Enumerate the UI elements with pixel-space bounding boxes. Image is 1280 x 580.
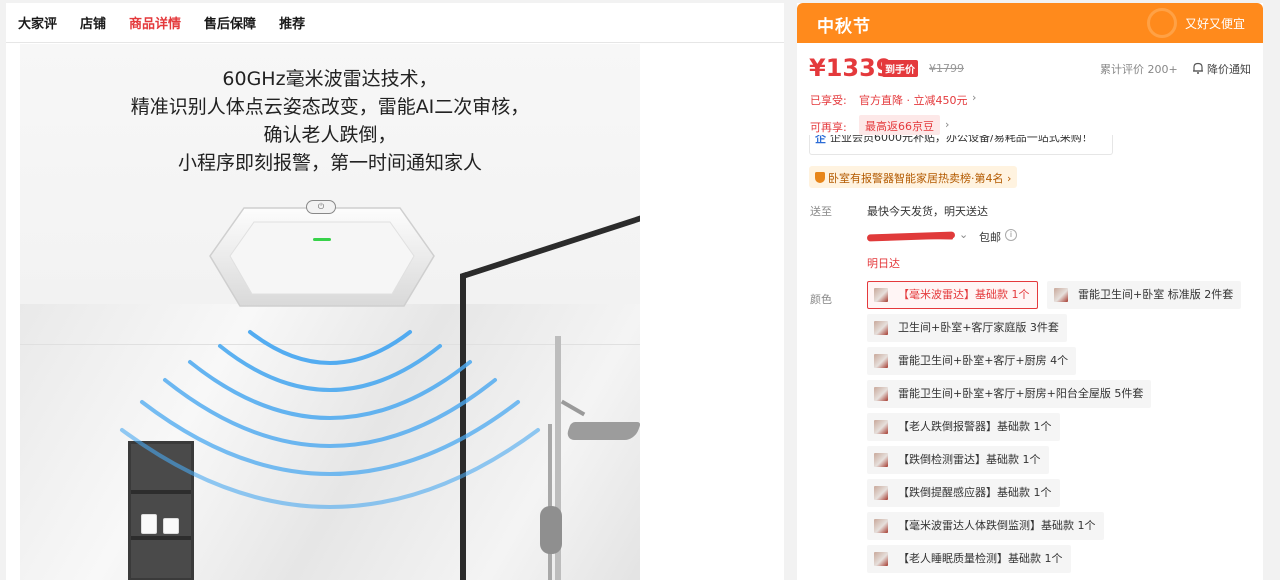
price-row: ¥1339 到手价 ¥1799 累计评价 200+ 降价通知: [809, 54, 1259, 82]
option-thumbnail: [874, 321, 888, 335]
radar-waves: [80, 284, 580, 554]
color-option[interactable]: 【跌倒检测雷达】基础款 1个: [867, 446, 1049, 474]
medal-icon: [815, 172, 825, 183]
promo-slogan: 又好又便宜: [1184, 17, 1245, 31]
address-selector[interactable]: [866, 230, 959, 242]
original-price: ¥1799: [929, 62, 964, 75]
status-led: [313, 238, 331, 241]
option-thumbnail: [874, 519, 888, 533]
more-offers-label: 可再享:: [810, 121, 847, 134]
ship-to-label: 送至: [810, 205, 832, 218]
tab-after-sales[interactable]: 售后保障: [204, 13, 256, 32]
bell-icon[interactable]: [1191, 60, 1205, 74]
option-thumbnail: [874, 288, 888, 302]
caption-line: 精准识别人体点云姿态改变，雷能AI二次审核，: [130, 96, 530, 118]
enterprise-banner[interactable]: 企 企业会员6000元补贴，办公设备/易耗品一站式采购！: [809, 135, 1113, 155]
color-option[interactable]: 【老人睡眠质量检测】基础款 1个: [867, 545, 1071, 573]
option-thumbnail: [874, 453, 888, 467]
caption-line: 60GHz毫米波雷达技术，: [222, 68, 438, 90]
ranking-badge[interactable]: 卧室有报警器智能家居热卖榜·第4名 ›: [809, 166, 1018, 188]
color-option[interactable]: 雷能卫生间+卧室+客厅+厨房 4个: [867, 347, 1077, 375]
color-option[interactable]: 【毫米波雷达】基础款 1个: [867, 281, 1038, 309]
option-thumbnail: [1054, 288, 1068, 302]
detail-tab-bar: 大家评 店铺 商品详情 售后保障 推荐: [6, 3, 784, 43]
option-thumbnail: [874, 552, 888, 566]
final-price-badge: 到手价: [882, 60, 918, 77]
option-thumbnail: [874, 387, 888, 401]
shipping-free: 包邮: [979, 231, 1001, 244]
enterprise-banner-text: 企业会员6000元补贴，办公设备/易耗品一站式采购！: [830, 135, 1093, 144]
promo-banner: 中秋节 又好又便宜: [797, 3, 1263, 43]
review-count-link[interactable]: 累计评价 200+: [1100, 61, 1178, 77]
current-price: ¥1339: [809, 54, 893, 82]
price-drop-notify-link[interactable]: 降价通知: [1207, 61, 1251, 77]
chevron-right-icon[interactable]: ›: [972, 91, 976, 104]
next-day-badge: 明日达: [867, 257, 900, 270]
enjoyed-label: 已享受:: [810, 94, 847, 107]
color-option[interactable]: 【老人跌倒报警器】基础款 1个: [867, 413, 1060, 441]
info-icon[interactable]: i: [1005, 229, 1017, 241]
product-detail-image: 60GHz毫米波雷达技术， 精准识别人体点云姿态改变，雷能AI二次审核， 确认老…: [20, 44, 640, 580]
chevron-right-icon[interactable]: ›: [945, 118, 949, 131]
tab-product-details[interactable]: 商品详情: [129, 13, 181, 32]
color-option[interactable]: 雷能卫生间+卧室+客厅+厨房+阳台全屋版 5件套: [867, 380, 1152, 408]
enterprise-icon: 企: [815, 135, 826, 145]
color-option[interactable]: 卫生间+卧室+客厅家庭版 3件套: [867, 314, 1067, 342]
purchase-panel: 中秋节 又好又便宜 ¥1339 到手价 ¥1799 累计评价 200+ 降价通知…: [797, 3, 1263, 580]
option-thumbnail: [874, 354, 888, 368]
caption-line: 确认老人跌倒，: [263, 124, 397, 146]
color-label: 颜色: [810, 293, 832, 306]
caption-line: 小程序即刻报警，第一时间通知家人: [177, 152, 482, 174]
promo-decoration: [1147, 8, 1177, 38]
power-icon: ⏻: [306, 200, 336, 214]
option-thumbnail: [874, 486, 888, 500]
option-thumbnail: [874, 420, 888, 434]
radar-device: ⏻: [208, 194, 436, 314]
color-option[interactable]: 【跌倒提醒感应器】基础款 1个: [867, 479, 1060, 507]
color-option[interactable]: 【毫米波雷达人体跌倒监测】基础款 1个: [867, 512, 1104, 540]
chevron-down-icon[interactable]: ⌄: [959, 228, 968, 241]
delivery-promise: 最快今天发货，明天送达: [867, 205, 988, 218]
tab-store[interactable]: 店铺: [80, 13, 106, 32]
color-option[interactable]: 雷能卫生间+卧室 标准版 2件套: [1047, 281, 1242, 309]
bean-rebate-tag[interactable]: 最高返66京豆: [859, 115, 940, 135]
enjoyed-offer[interactable]: 官方直降 · 立减450元: [859, 92, 968, 108]
promo-title: 中秋节: [817, 17, 871, 37]
ranking-text: 卧室有报警器智能家居热卖榜·第4名: [828, 172, 1004, 185]
tab-recommend[interactable]: 推荐: [279, 13, 305, 32]
tab-reviews[interactable]: 大家评: [18, 13, 57, 32]
product-detail-panel: 大家评 店铺 商品详情 售后保障 推荐 60GHz毫米波雷达技术， 精准识别人体…: [6, 3, 784, 580]
